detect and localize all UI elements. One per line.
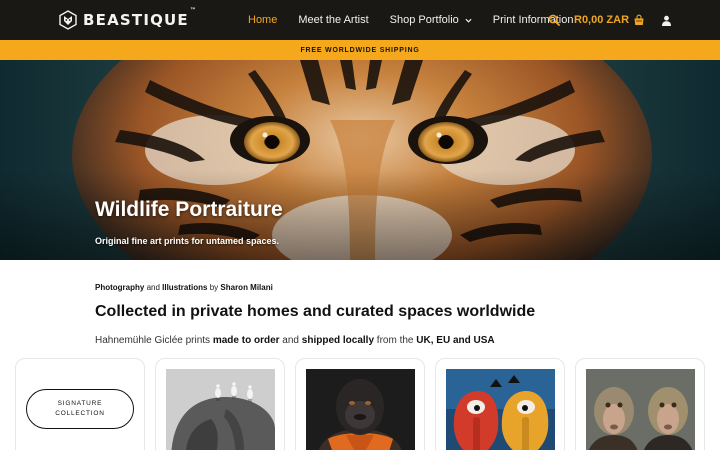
shipping-banner-text: FREE WORLDWIDE SHIPPING: [300, 46, 420, 54]
nav-shop-portfolio-label: Shop Portfolio: [389, 14, 459, 26]
main-nav: Home Meet the Artist Shop Portfolio Prin…: [248, 0, 594, 40]
chevron-down-icon: [465, 18, 472, 23]
signature-collection-button[interactable]: SIGNATURE COLLECTION: [26, 389, 134, 429]
product-card[interactable]: [575, 358, 705, 450]
print-info-text: Hahnemühle Giclée prints made to order a…: [95, 335, 495, 346]
section-headline: Collected in private homes and curated s…: [95, 303, 536, 320]
tiger-hero-image: [0, 60, 720, 260]
baboons-in-jackets-image: [586, 369, 695, 450]
shipping-banner: FREE WORLDWIDE SHIPPING: [0, 40, 720, 60]
artist-byline: Photography and Illustrations by Sharon …: [95, 283, 273, 292]
site-header: BEASTIQUE™ Home Meet the Artist Shop Por…: [0, 0, 720, 40]
logo[interactable]: BEASTIQUE™: [59, 7, 198, 30]
cart-button[interactable]: R0,00 ZAR: [574, 14, 645, 26]
hero-banner: Wildlife Portraiture Original fine art p…: [0, 60, 720, 260]
logo-icon: [59, 10, 77, 30]
painted-elephants-image: [446, 369, 555, 450]
user-icon[interactable]: [661, 15, 672, 26]
nav-home[interactable]: Home: [248, 14, 277, 26]
cart-total: R0,00 ZAR: [574, 14, 630, 26]
elephant-with-egrets-image: [166, 369, 275, 450]
header-actions: R0,00 ZAR: [548, 0, 672, 40]
signature-collection-card: SIGNATURE COLLECTION: [15, 358, 145, 450]
product-card[interactable]: [295, 358, 425, 450]
shopping-bag-icon: [634, 14, 644, 25]
product-card[interactable]: [155, 358, 285, 450]
hero-subtitle: Original fine art prints for untamed spa…: [95, 236, 280, 246]
logo-text: BEASTIQUE™: [83, 7, 198, 29]
nav-meet-the-artist[interactable]: Meet the Artist: [298, 14, 368, 26]
product-card[interactable]: [435, 358, 565, 450]
gorilla-in-orange-scarf-image: [306, 369, 415, 450]
nav-shop-portfolio[interactable]: Shop Portfolio: [390, 14, 472, 26]
search-icon[interactable]: [548, 14, 560, 26]
hero-title: Wildlife Portraiture: [95, 198, 283, 221]
